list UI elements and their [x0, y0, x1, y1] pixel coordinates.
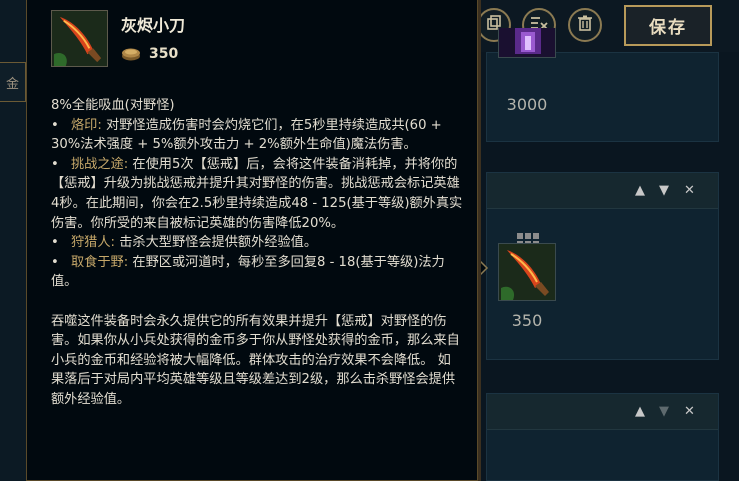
block-header: ▲ ▼ ✕: [487, 173, 718, 209]
block-header: ▲ ▼ ✕: [487, 394, 718, 430]
passive-brand: • 烙印: 对野怪造成伤害时会灼烧它们，在5秒里持续造成共(60 + 30%法术强…: [51, 117, 442, 153]
up-icon[interactable]: ▲: [635, 183, 645, 198]
down-icon[interactable]: ▼: [659, 404, 669, 419]
item-block-3: ▲ ▼ ✕: [486, 393, 719, 481]
gold-coins-icon: [122, 48, 140, 61]
consume-paragraph: 吞噬这件装备时会永久提供它的所有效果并提升【惩戒】对野怪的伤害。如果你从小兵处获…: [51, 313, 460, 407]
passive-challenge: • 挑战之途: 在使用5次【惩戒】后，会将这件装备消耗掉，并将你的【惩戒】升级为挑…: [51, 156, 463, 231]
item-cost: 3000: [506, 95, 548, 114]
down-icon[interactable]: ▼: [659, 183, 669, 198]
passive-name: 烙印:: [71, 117, 102, 133]
trash-icon: [578, 15, 592, 35]
passive-name: 挑战之途:: [71, 156, 129, 172]
item-tooltip: 灰烬小刀 350 8%全能吸血(对野怪) • 烙印: 对野怪造成伤害时会灼烧它们，…: [26, 0, 481, 481]
item-slot-3000[interactable]: [498, 28, 556, 58]
stat-line: 8%全能吸血(对野怪): [51, 98, 175, 113]
passive-name: 取食于野:: [71, 254, 129, 270]
left-side-tab[interactable]: 金: [0, 62, 26, 102]
close-icon[interactable]: ✕: [684, 404, 695, 419]
gold-value: 350: [149, 46, 179, 62]
passive-text: 击杀大型野怪会提供额外经验值。: [115, 235, 318, 251]
item-icon: [51, 10, 108, 67]
passive-name: 狩猎人:: [71, 235, 116, 251]
item-description: 8%全能吸血(对野怪) • 烙印: 对野怪造成伤害时会灼烧它们，在5秒里持续造成共…: [51, 96, 463, 410]
item-title: 灰烬小刀: [121, 16, 186, 35]
gold-cost: 350: [121, 46, 178, 62]
save-button[interactable]: 保存: [624, 5, 712, 46]
close-icon[interactable]: ✕: [684, 183, 695, 198]
passive-hunter: • 狩猎人: 击杀大型野怪会提供额外经验值。: [51, 235, 318, 251]
delete-button[interactable]: [568, 8, 602, 42]
item-cost: 350: [511, 311, 543, 330]
up-icon[interactable]: ▲: [635, 404, 645, 419]
passive-forage: • 取食于野: 在野区或河道时，每秒至多回复8 - 18(基于等级)法力值。: [51, 254, 445, 290]
passive-text: 对野怪造成伤害时会灼烧它们，在5秒里持续造成共(60 + 30%法术强度 + 5…: [51, 117, 442, 153]
item-slot-ember-knife[interactable]: [498, 243, 556, 301]
